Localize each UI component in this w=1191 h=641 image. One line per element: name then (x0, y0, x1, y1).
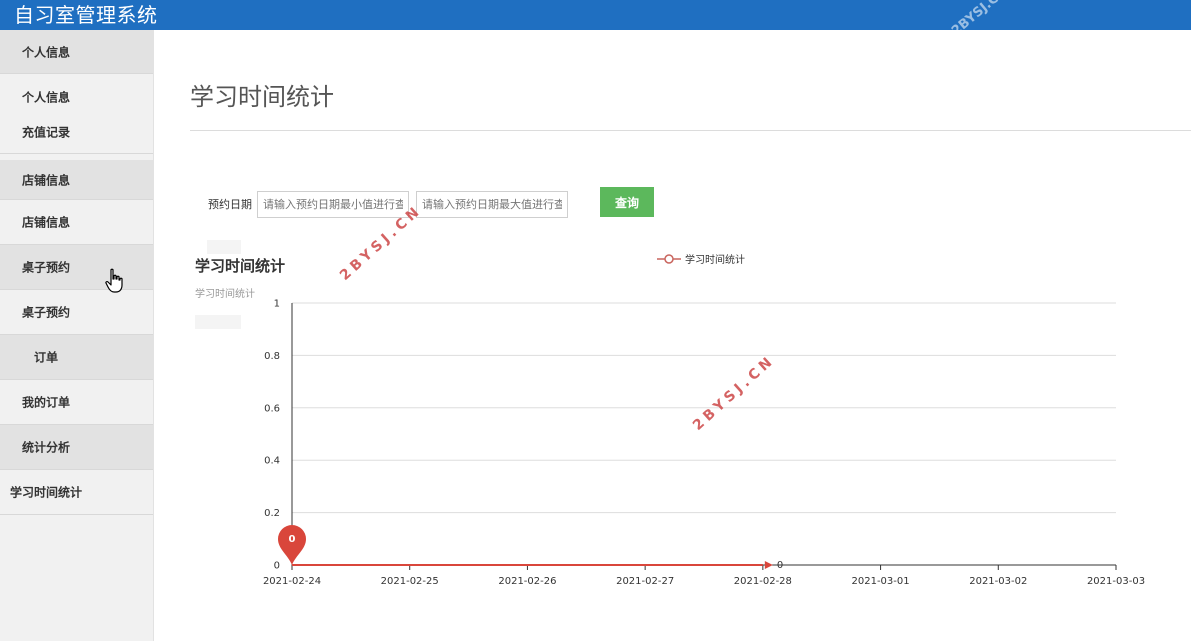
sidebar-label: 学习时间统计 (10, 485, 83, 500)
max-pin-marker (278, 525, 306, 565)
y-tick-label: 0 (274, 561, 280, 572)
sidebar-item-store[interactable]: 店铺信息 (0, 200, 153, 245)
sidebar-label: 个人信息 (22, 45, 71, 59)
sidebar-label: 充值记录 (22, 125, 71, 140)
sidebar-label: 我的订单 (22, 395, 71, 410)
series-end-arrow (764, 561, 773, 569)
sidebar-label: 个人信息 (22, 90, 71, 105)
x-tick-label: 2021-02-28 (734, 576, 792, 587)
sidebar: 个人信息 个人信息 充值记录 店铺信息 店铺信息 桌子预约 桌子预约 订单 我的… (0, 30, 154, 641)
y-tick-label: 0.2 (264, 508, 280, 519)
y-tick-label: 0.8 (264, 351, 280, 362)
app-title: 自习室管理系统 (14, 3, 158, 27)
sidebar-item-profile[interactable]: 个人信息 (0, 84, 153, 110)
x-tick-label: 2021-03-02 (969, 576, 1027, 587)
sidebar-label: 桌子预约 (22, 305, 71, 320)
sidebar-group-orders[interactable]: 订单 (0, 335, 153, 380)
sidebar-group-store[interactable]: 店铺信息 (0, 160, 153, 200)
x-tick-label: 2021-02-27 (616, 576, 674, 587)
top-bar: 自习室管理系统 2BYSJ.CN (0, 0, 1191, 39)
sidebar-item-booking[interactable]: 桌子预约 (0, 290, 153, 335)
sidebar-item-recharge[interactable]: 充值记录 (0, 119, 153, 145)
y-tick-label: 1 (274, 299, 280, 310)
sidebar-group-stats[interactable]: 统计分析 (0, 425, 153, 470)
max-pin-label: 0 (289, 534, 296, 545)
x-tick-label: 2021-02-24 (263, 576, 321, 587)
sidebar-item-study-time[interactable]: 学习时间统计 (0, 470, 153, 515)
sidebar-label: 店铺信息 (22, 173, 71, 187)
line-chart: 0 0.2 0.4 0.6 0.8 1 2021-02-24 2021-02-25 2021-0… (263, 299, 1145, 588)
x-tick-label: 2021-03-03 (1087, 576, 1145, 587)
sidebar-label: 统计分析 (22, 440, 71, 455)
x-tick-label: 2021-02-25 (381, 576, 439, 587)
sidebar-group-profile[interactable]: 个人信息 (0, 30, 153, 74)
x-tick-label: 2021-02-26 (498, 576, 556, 587)
sidebar-label: 店铺信息 (22, 215, 71, 230)
main-content: 学习时间统计 预约日期 查询 学习时间统计 学习时间统计 学习时间统计 00.2… (155, 30, 1191, 641)
x-tick-label: 2021-03-01 (852, 576, 910, 587)
sidebar-item-my-orders[interactable]: 我的订单 (0, 380, 153, 425)
sidebar-label: 订单 (34, 350, 59, 365)
sidebar-group-booking[interactable]: 桌子预约 (0, 245, 153, 290)
hand-cursor-icon (105, 268, 123, 293)
y-tick-label: 0.6 (264, 403, 280, 414)
sidebar-label: 桌子预约 (22, 260, 71, 275)
series-end-label: 0 (777, 560, 783, 571)
y-tick-label: 0.4 (264, 456, 280, 467)
